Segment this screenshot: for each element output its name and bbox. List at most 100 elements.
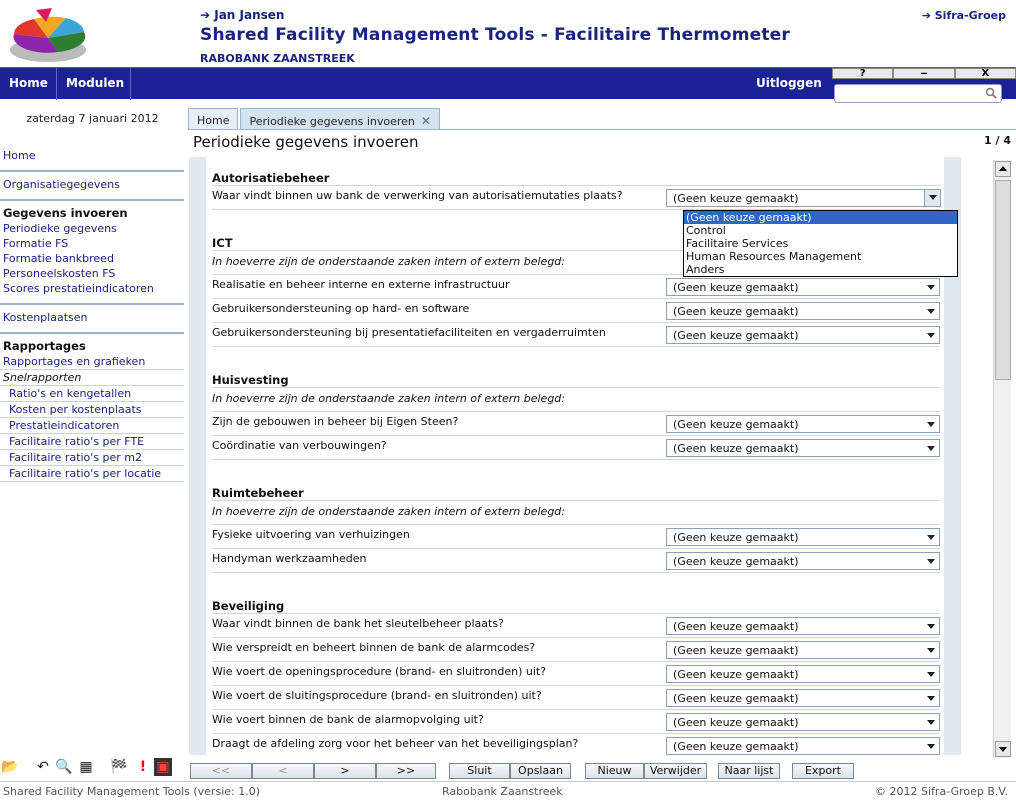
answer-select[interactable]: (Geen keuze gemaakt) xyxy=(666,415,940,433)
search-icon[interactable] xyxy=(985,87,997,99)
scroll-down-button[interactable] xyxy=(995,741,1011,757)
nav-modules[interactable]: Modulen xyxy=(66,76,124,90)
help-button[interactable]: ? xyxy=(832,68,894,79)
sidebar-item-rapportages[interactable]: Rapportages en grafieken xyxy=(0,354,184,369)
sidebar-item-ratios-m2[interactable]: Facilitaire ratio's per m2 xyxy=(0,450,184,465)
sidebar-item-personeelskosten[interactable]: Personeelskosten FS xyxy=(0,266,184,281)
minimize-button[interactable]: ‒ xyxy=(893,68,955,79)
answer-select[interactable]: (Geen keuze gemaakt) xyxy=(666,552,940,570)
chevron-down-icon xyxy=(927,648,935,653)
top-navigation-bar: Home Modulen Uitloggen ? ‒ X xyxy=(0,67,1016,103)
sidebar-heading-reports: Rapportages xyxy=(3,339,86,353)
sidebar-item-organisatiegegevens[interactable]: Organisatiegegevens xyxy=(0,177,184,192)
question-label: Realisatie en beheer interne en externe … xyxy=(212,278,510,291)
sidebar-item-scores[interactable]: Scores prestatieindicatoren xyxy=(0,281,184,296)
answer-select[interactable]: (Geen keuze gemaakt) xyxy=(666,689,940,707)
dropdown-button[interactable] xyxy=(924,190,940,206)
status-bar: Shared Facility Management Tools (versie… xyxy=(0,781,1016,802)
close-button[interactable]: Sluit xyxy=(449,763,510,779)
section-intro: In hoeverre zijn de onderstaande zaken i… xyxy=(212,388,940,412)
tab-periodieke-gegevens[interactable]: Periodieke gegevens invoeren ✕ xyxy=(240,108,440,130)
arrow-down-icon xyxy=(999,747,1007,752)
open-folder-icon[interactable]: 📂 xyxy=(1,758,19,776)
sidebar-item-home[interactable]: Home xyxy=(0,148,184,163)
tab-home[interactable]: Home xyxy=(188,108,239,130)
sidebar-item-formatie-fs[interactable]: Formatie FS xyxy=(0,236,184,251)
user-link[interactable]: ➔ Jan Jansen xyxy=(200,8,284,22)
select-value: (Geen keuze gemaakt) xyxy=(673,418,799,431)
sidebar-item-prestatieindicatoren[interactable]: Prestatieindicatoren xyxy=(0,418,184,433)
checkered-flag-icon[interactable]: 🏁 xyxy=(110,758,128,776)
answer-select[interactable]: (Geen keuze gemaakt) xyxy=(666,302,940,320)
vertical-scrollbar[interactable] xyxy=(993,160,1011,758)
search-icon[interactable]: 🔍 xyxy=(55,758,73,776)
chevron-down-icon xyxy=(927,672,935,677)
chevron-down-icon xyxy=(927,720,935,725)
previous-record-button[interactable]: < xyxy=(252,763,314,779)
answer-select[interactable]: (Geen keuze gemaakt) xyxy=(666,713,940,731)
close-tab-icon[interactable]: ✕ xyxy=(421,114,431,128)
to-list-button[interactable]: Naar lijst xyxy=(718,763,780,779)
dropdown-option[interactable]: Facilitaire Services xyxy=(684,237,957,250)
sidebar-item-ratios[interactable]: Ratio's en kengetallen xyxy=(0,386,184,401)
answer-select[interactable]: (Geen keuze gemaakt) xyxy=(666,326,940,344)
sidebar-item-kosten-kostenplaats[interactable]: Kosten per kostenplaats xyxy=(0,402,184,417)
sidebar-item-ratios-locatie[interactable]: Facilitaire ratio's per locatie xyxy=(0,466,184,481)
next-record-button[interactable]: > xyxy=(314,763,376,779)
answer-select[interactable]: (Geen keuze gemaakt) xyxy=(666,528,940,546)
scroll-thumb[interactable] xyxy=(995,180,1011,380)
export-button[interactable]: Export xyxy=(792,763,854,779)
select-value: (Geen keuze gemaakt) xyxy=(673,555,799,568)
undo-icon[interactable]: ↶ xyxy=(34,758,52,776)
status-organization: Rabobank Zaanstreek xyxy=(442,785,563,798)
select-value: (Geen keuze gemaakt) xyxy=(673,305,799,318)
section-title: Beveiliging xyxy=(212,598,940,614)
scroll-up-button[interactable] xyxy=(995,161,1011,177)
window-buttons: ? ‒ X xyxy=(832,68,1016,79)
answer-select[interactable]: (Geen keuze gemaakt) xyxy=(666,737,940,755)
question-row: Waar vindt binnen de bank het sleutelbeh… xyxy=(212,614,940,638)
app-title: Shared Facility Management Tools - Facil… xyxy=(200,25,790,45)
sidebar-item-ratios-fte[interactable]: Facilitaire ratio's per FTE xyxy=(0,434,184,449)
answer-select[interactable]: (Geen keuze gemaakt) xyxy=(666,617,940,635)
answer-select[interactable]: (Geen keuze gemaakt) xyxy=(666,439,940,457)
grid-icon[interactable]: ▦ xyxy=(77,758,95,776)
answer-select[interactable]: (Geen keuze gemaakt) xyxy=(666,189,941,207)
question-row: Wie voert binnen de bank de alarmopvolgi… xyxy=(212,710,940,734)
nav-home[interactable]: Home xyxy=(9,76,48,90)
sidebar-item-formatie-bankbreed[interactable]: Formatie bankbreed xyxy=(0,251,184,266)
last-record-button[interactable]: >> xyxy=(376,763,436,779)
question-label: Handyman werkzaamheden xyxy=(212,552,367,565)
new-button[interactable]: Nieuw xyxy=(585,763,644,779)
logout-link[interactable]: Uitloggen xyxy=(756,76,822,90)
sifra-groep-link[interactable]: ➔ Sifra-Groep xyxy=(922,9,1006,22)
dropdown-option[interactable]: Human Resources Management xyxy=(684,250,957,263)
chevron-down-icon xyxy=(927,559,935,564)
sidebar: Home Organisatiegegevens Gegevens invoer… xyxy=(0,148,184,482)
sidebar-item-kostenplaatsen[interactable]: Kostenplaatsen xyxy=(0,310,184,325)
sidebar-divider xyxy=(0,303,184,305)
answer-select[interactable]: (Geen keuze gemaakt) xyxy=(666,665,940,683)
answer-select[interactable]: (Geen keuze gemaakt) xyxy=(666,641,940,659)
sidebar-heading-quick: Snelrapporten xyxy=(3,371,82,384)
close-window-button[interactable]: X xyxy=(954,68,1016,79)
dropdown-option[interactable]: (Geen keuze gemaakt) xyxy=(684,211,957,224)
dropdown-option[interactable]: Control xyxy=(684,224,957,237)
section-autorisatiebeheer: Autorisatiebeheer Waar vindt binnen uw b… xyxy=(212,170,941,210)
alert-icon[interactable]: ! xyxy=(134,758,152,776)
report-icon[interactable]: ▣ xyxy=(154,758,172,776)
delete-button[interactable]: Verwijder xyxy=(644,763,707,779)
select-value: (Geen keuze gemaakt) xyxy=(673,192,799,205)
search-input[interactable] xyxy=(839,85,979,101)
sidebar-item-periodieke-gegevens[interactable]: Periodieke gegevens xyxy=(0,221,184,236)
select-value: (Geen keuze gemaakt) xyxy=(673,740,799,753)
status-copyright: © 2012 Sifra-Groep B.V. xyxy=(875,785,1008,798)
question-row: Gebruikersondersteuning bij presentatief… xyxy=(212,323,940,347)
first-record-button[interactable]: << xyxy=(190,763,252,779)
question-row: Handyman werkzaamheden (Geen keuze gemaa… xyxy=(212,549,940,573)
save-button[interactable]: Opslaan xyxy=(510,763,571,779)
question-label: Draagt de afdeling zorg voor het beheer … xyxy=(212,737,579,750)
select-value: (Geen keuze gemaakt) xyxy=(673,644,799,657)
dropdown-option[interactable]: Anders xyxy=(684,263,957,276)
answer-select[interactable]: (Geen keuze gemaakt) xyxy=(666,278,940,296)
